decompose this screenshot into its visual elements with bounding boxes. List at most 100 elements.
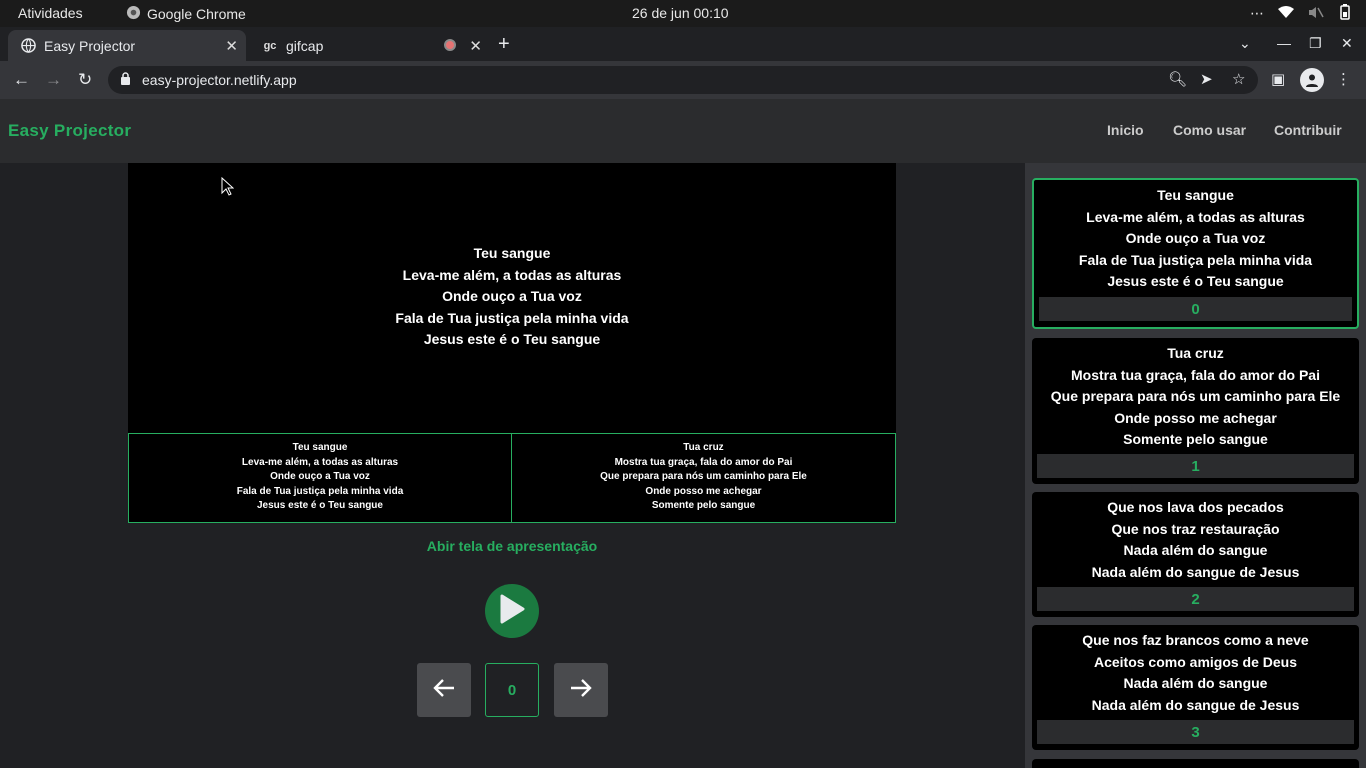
- card-line: Mostra tua graça, fala do amor do Pai: [1071, 366, 1320, 383]
- card-line: Nada além do sangue de Jesus: [1091, 696, 1300, 713]
- toolbar: ← → ↻ easy-projector.netlify.app 🔍︎ ➤ ☆ …: [0, 61, 1366, 99]
- arrow-left-icon: [432, 678, 456, 703]
- tab-strip: Easy Projector ✕ gc gifcap ✕: [0, 27, 1366, 61]
- minimize-icon[interactable]: —: [1277, 35, 1291, 51]
- card-line: Onde posso me achegar: [1114, 409, 1277, 426]
- thumb-line: Fala de Tua justiça pela minha vida: [236, 485, 404, 497]
- slide-card[interactable]: Que nos faz brancos como a neve Aceitos …: [1032, 625, 1359, 750]
- volume-muted-icon: [1308, 6, 1324, 22]
- tab-title: gifcap: [286, 37, 324, 54]
- slide-line: Teu sangue: [473, 245, 551, 261]
- slide-line: Leva-me além, a todas as alturas: [402, 266, 622, 283]
- slide-index: 3: [1037, 720, 1354, 744]
- gifcap-icon: gc: [263, 39, 277, 52]
- send-icon[interactable]: ➤: [1200, 70, 1213, 88]
- close-tab-icon[interactable]: ✕: [225, 37, 238, 55]
- current-slide-thumbnail[interactable]: Teu sangue Leva-me além, a todas as altu…: [128, 433, 512, 523]
- card-line: Teu sangue: [1157, 187, 1234, 203]
- slide-card[interactable]: Tua cruz Mostra tua graça, fala do amor …: [1032, 338, 1359, 484]
- clock[interactable]: 26 de jun 00:10: [632, 5, 729, 21]
- next-slide-thumbnail[interactable]: Tua cruz Mostra tua graça, fala do amor …: [511, 433, 896, 523]
- card-line: Fala de Tua justiça pela minha vida: [1078, 251, 1313, 268]
- play-icon: [499, 594, 525, 629]
- more-icon: ⋯: [1250, 5, 1264, 21]
- projection-preview: Teu sangue Leva-me além, a todas as altu…: [128, 163, 896, 433]
- card-line: Somente pelo sangue: [1123, 431, 1268, 448]
- card-line: Jesus este é o Teu sangue: [1107, 273, 1284, 290]
- card-line: Tua cruz: [1167, 345, 1224, 361]
- activities-button[interactable]: Atividades: [18, 5, 83, 21]
- forward-icon[interactable]: →: [45, 70, 62, 90]
- thumb-line: Onde posso me achegar: [645, 485, 762, 497]
- thumb-line: Onde ouço a Tua voz: [270, 471, 370, 483]
- omnibox[interactable]: easy-projector.netlify.app 🔍︎ ➤ ☆: [108, 66, 1258, 94]
- tab-search-icon[interactable]: ⌄: [1239, 35, 1251, 52]
- url-text: easy-projector.netlify.app: [142, 72, 297, 88]
- chrome-menu-icon[interactable]: ⋮: [1336, 70, 1351, 88]
- tab-easy-projector[interactable]: Easy Projector ✕: [8, 30, 246, 61]
- reload-icon[interactable]: ↻: [78, 70, 92, 90]
- tab-title: Easy Projector: [44, 37, 136, 54]
- os-top-bar: Atividades Google Chrome 26 de jun 00:10…: [0, 0, 1366, 27]
- app-name: Google Chrome: [147, 6, 246, 22]
- card-line: Que nos faz brancos como a neve: [1082, 632, 1309, 648]
- tab-gifcap[interactable]: gc gifcap ✕: [250, 30, 490, 61]
- slide-index: 0: [1039, 297, 1352, 321]
- thumb-line: Teu sangue: [292, 442, 348, 453]
- mouse-cursor-icon: [221, 176, 235, 201]
- thumb-line: Leva-me além, a todas as alturas: [241, 456, 399, 468]
- play-button[interactable]: [485, 584, 539, 638]
- next-slide-button[interactable]: [554, 663, 608, 717]
- card-line: Nada além do sangue: [1123, 675, 1268, 692]
- maximize-icon[interactable]: ❐: [1309, 35, 1322, 52]
- previous-slide-button[interactable]: [417, 663, 471, 717]
- system-tray[interactable]: ⋯: [1250, 4, 1352, 23]
- slide-list: Teu sangue Leva-me além, a todas as altu…: [1025, 163, 1366, 768]
- site-header: Easy Projector Inicio Como usar Contribu…: [0, 99, 1366, 163]
- wifi-icon: [1278, 5, 1294, 22]
- profile-avatar-icon[interactable]: [1300, 68, 1324, 92]
- new-tab-button[interactable]: +: [498, 33, 510, 56]
- card-line: Leva-me além, a todas as alturas: [1086, 208, 1305, 225]
- slide-index: 1: [1037, 454, 1354, 478]
- nav-contribuir[interactable]: Contribuir: [1274, 122, 1342, 138]
- slide-line: Fala de Tua justiça pela minha vida: [395, 309, 629, 326]
- open-presentation-link[interactable]: Abir tela de apresentação: [128, 538, 896, 554]
- thumb-line: Tua cruz: [683, 442, 724, 453]
- thumb-line: Somente pelo sangue: [651, 500, 756, 512]
- card-line: Que prepara para nós um caminho para Ele: [1050, 388, 1341, 405]
- card-line: Que nos traz restauração: [1111, 520, 1280, 537]
- card-line: Onde ouço a Tua voz: [1125, 230, 1266, 247]
- app-menu[interactable]: Google Chrome: [126, 5, 246, 23]
- close-tab-icon[interactable]: ✕: [469, 37, 482, 55]
- card-line: Nada além do sangue de Jesus: [1091, 563, 1300, 580]
- side-panel-icon[interactable]: ▣: [1271, 70, 1285, 88]
- arrow-right-icon: [569, 678, 593, 703]
- battery-icon: [1338, 4, 1352, 23]
- back-icon[interactable]: ←: [13, 70, 30, 90]
- slide-index: 2: [1037, 587, 1354, 611]
- slide-card-partial[interactable]: [1032, 759, 1359, 768]
- slide-card[interactable]: Que nos lava dos pecados Que nos traz re…: [1032, 492, 1359, 617]
- current-slide-text: Teu sangue Leva-me além, a todas as altu…: [128, 243, 896, 351]
- bookmark-star-icon[interactable]: ☆: [1232, 70, 1245, 88]
- lock-icon[interactable]: [120, 72, 131, 88]
- thumb-line: Que prepara para nós um caminho para Ele: [600, 471, 807, 483]
- close-window-icon[interactable]: ✕: [1341, 35, 1353, 52]
- slide-card[interactable]: Teu sangue Leva-me além, a todas as altu…: [1032, 178, 1359, 329]
- slide-line: Jesus este é o Teu sangue: [423, 331, 601, 347]
- recording-icon: [444, 39, 456, 51]
- card-line: Que nos lava dos pecados: [1107, 499, 1284, 515]
- nav-inicio[interactable]: Inicio: [1107, 122, 1144, 138]
- chrome-icon: [126, 5, 141, 23]
- site-brand[interactable]: Easy Projector: [8, 121, 131, 141]
- slide-line: Onde ouço a Tua voz: [442, 288, 582, 304]
- card-line: Nada além do sangue: [1123, 542, 1268, 559]
- slide-counter: 0: [485, 663, 539, 717]
- globe-icon: [20, 38, 36, 54]
- zoom-icon[interactable]: 🔍︎: [1168, 70, 1187, 88]
- card-line: Aceitos como amigos de Deus: [1093, 653, 1298, 670]
- thumb-line: Jesus este é o Teu sangue: [257, 500, 383, 512]
- thumb-line: Mostra tua graça, fala do amor do Pai: [614, 456, 793, 468]
- nav-como-usar[interactable]: Como usar: [1173, 122, 1246, 138]
